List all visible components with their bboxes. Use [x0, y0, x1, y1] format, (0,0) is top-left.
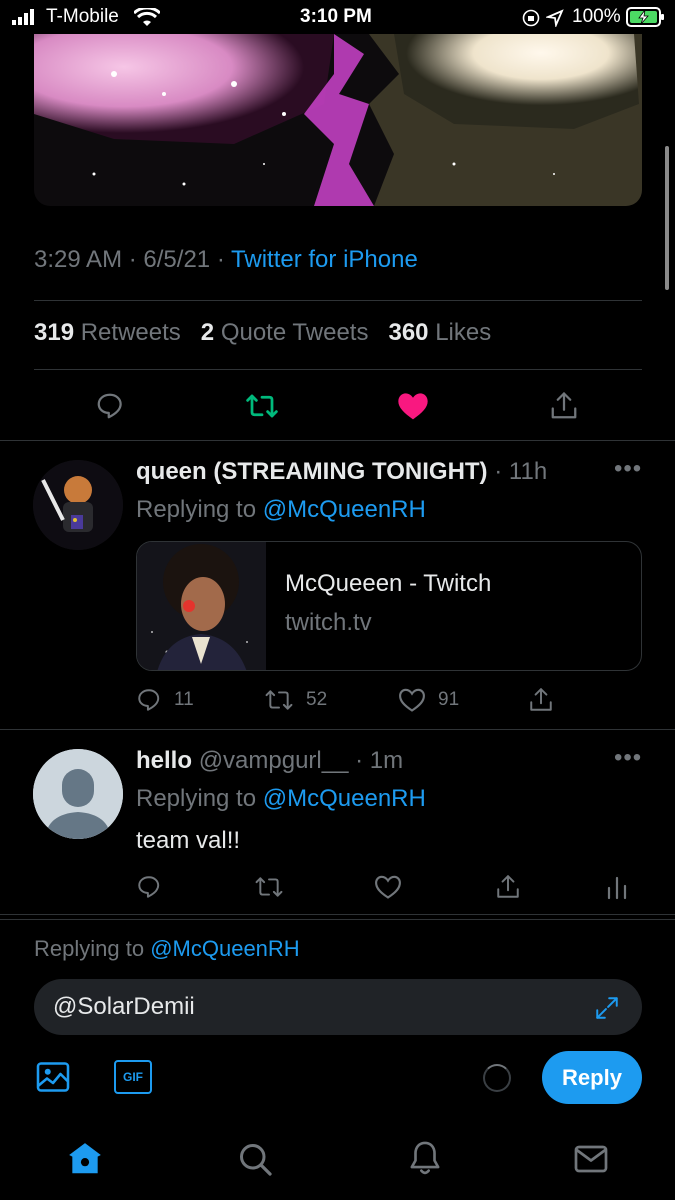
retweets-stat[interactable]: 319 Retweets: [34, 319, 181, 346]
link-card[interactable]: McQueeen - Twitch twitch.tv: [136, 541, 642, 671]
avatar[interactable]: [33, 460, 123, 550]
tweet-meta: 3:29 AM · 6/5/21 · Twitter for iPhone: [34, 246, 418, 273]
status-bar: T-Mobile 3:10 PM 100%: [0, 0, 675, 34]
tweet-stats: 319 Retweets 2 Quote Tweets 360 Likes: [34, 319, 491, 347]
tab-search[interactable]: [234, 1138, 276, 1180]
clock: 3:10 PM: [300, 6, 372, 27]
tweet-time: 3:29 AM: [34, 246, 123, 273]
retweet-count: 52: [306, 689, 328, 710]
reply-input[interactable]: @SolarDemii: [34, 979, 642, 1035]
tweet-date: 6/5/21: [143, 246, 211, 273]
location-icon: [546, 9, 564, 27]
add-image-button[interactable]: [34, 1058, 72, 1096]
envelope-icon: [574, 1145, 608, 1173]
reply-author-name[interactable]: hello: [136, 747, 192, 774]
reply-text: team val!!: [136, 827, 241, 854]
home-icon: [69, 1143, 101, 1174]
image-icon: [36, 1062, 70, 1092]
retweet-icon: [265, 690, 293, 710]
quote-tweets-stat[interactable]: 2 Quote Tweets: [201, 319, 369, 346]
add-gif-button[interactable]: GIF: [114, 1060, 152, 1094]
wifi-icon: [134, 8, 160, 26]
composer-replying-to: Replying to @McQueenRH: [34, 936, 300, 961]
divider: [34, 369, 642, 370]
reply-reply-button[interactable]: 11: [136, 683, 194, 717]
reply-input-value: @SolarDemii: [53, 993, 195, 1020]
composer-replying-to-link[interactable]: @McQueenRH: [150, 936, 300, 961]
analytics-icon: [607, 876, 627, 900]
retweet-button[interactable]: [240, 386, 284, 426]
divider: [0, 914, 675, 915]
reply-author-handle[interactable]: @vampgurl__: [199, 747, 349, 774]
reply-submit-button[interactable]: Reply: [542, 1051, 642, 1104]
reply-time: 1m: [369, 747, 404, 774]
more-options-icon[interactable]: •••: [614, 744, 642, 772]
retweet-icon: [246, 394, 278, 418]
replying-to-link[interactable]: @McQueenRH: [263, 496, 426, 523]
battery-charging-icon: [626, 7, 664, 27]
reply-share-button[interactable]: [495, 870, 521, 904]
scrollbar[interactable]: [665, 146, 669, 290]
reply-icon: [97, 393, 122, 419]
like-count: 91: [438, 689, 460, 710]
heart-icon: [399, 688, 425, 712]
tab-bar: [0, 1120, 675, 1200]
heart-filled-icon: [398, 393, 428, 420]
reply-button[interactable]: [88, 386, 132, 426]
replying-to-link[interactable]: @McQueenRH: [263, 785, 426, 812]
reply-retweet-button[interactable]: [254, 870, 284, 904]
tab-home[interactable]: [64, 1138, 106, 1180]
link-card-thumbnail: [137, 542, 266, 670]
reply-icon: [138, 876, 160, 898]
default-avatar[interactable]: [33, 749, 123, 839]
like-button[interactable]: [391, 386, 435, 426]
heart-icon: [375, 875, 401, 899]
bell-icon: [410, 1141, 440, 1175]
likes-stat[interactable]: 360 Likes: [388, 319, 491, 346]
gif-icon: GIF: [123, 1070, 143, 1084]
reply-share-button[interactable]: [528, 683, 554, 717]
link-card-title: McQueeen - Twitch: [285, 570, 492, 597]
expand-icon[interactable]: [594, 995, 620, 1021]
tweet-source-link[interactable]: Twitter for iPhone: [231, 246, 418, 273]
reply-time: 11h: [508, 458, 548, 485]
orientation-lock-icon: [522, 9, 540, 27]
analytics-button[interactable]: [606, 870, 628, 904]
reply-icon: [138, 689, 160, 711]
user-silhouette-icon: [33, 749, 123, 839]
tab-notifications[interactable]: [404, 1138, 446, 1180]
more-options-icon[interactable]: •••: [614, 455, 642, 483]
divider: [34, 300, 642, 301]
share-icon: [551, 392, 577, 419]
retweet-icon: [255, 877, 283, 897]
tweet-media-image[interactable]: [34, 34, 642, 206]
battery-percent: 100%: [572, 6, 621, 27]
reply-like-button[interactable]: 91: [398, 683, 459, 717]
reply-count: 11: [174, 689, 194, 710]
reply-reply-button[interactable]: [136, 870, 162, 904]
signal-icon: [12, 9, 34, 25]
link-card-domain: twitch.tv: [285, 609, 372, 636]
reply-like-button[interactable]: [374, 870, 402, 904]
divider: [0, 919, 675, 920]
reply-retweet-button[interactable]: 52: [264, 683, 327, 717]
search-icon: [240, 1144, 272, 1176]
share-button[interactable]: [542, 386, 586, 426]
reply-tweet[interactable]: hello @vampgurl__ · 1m ••• Replying to @…: [0, 730, 675, 915]
reply-author-name[interactable]: queen (STREAMING TONIGHT): [136, 458, 488, 485]
character-count-ring: [483, 1064, 511, 1092]
share-icon: [530, 688, 552, 711]
carrier-label: T-Mobile: [46, 6, 119, 27]
share-icon: [497, 875, 519, 898]
tab-messages[interactable]: [570, 1138, 612, 1180]
